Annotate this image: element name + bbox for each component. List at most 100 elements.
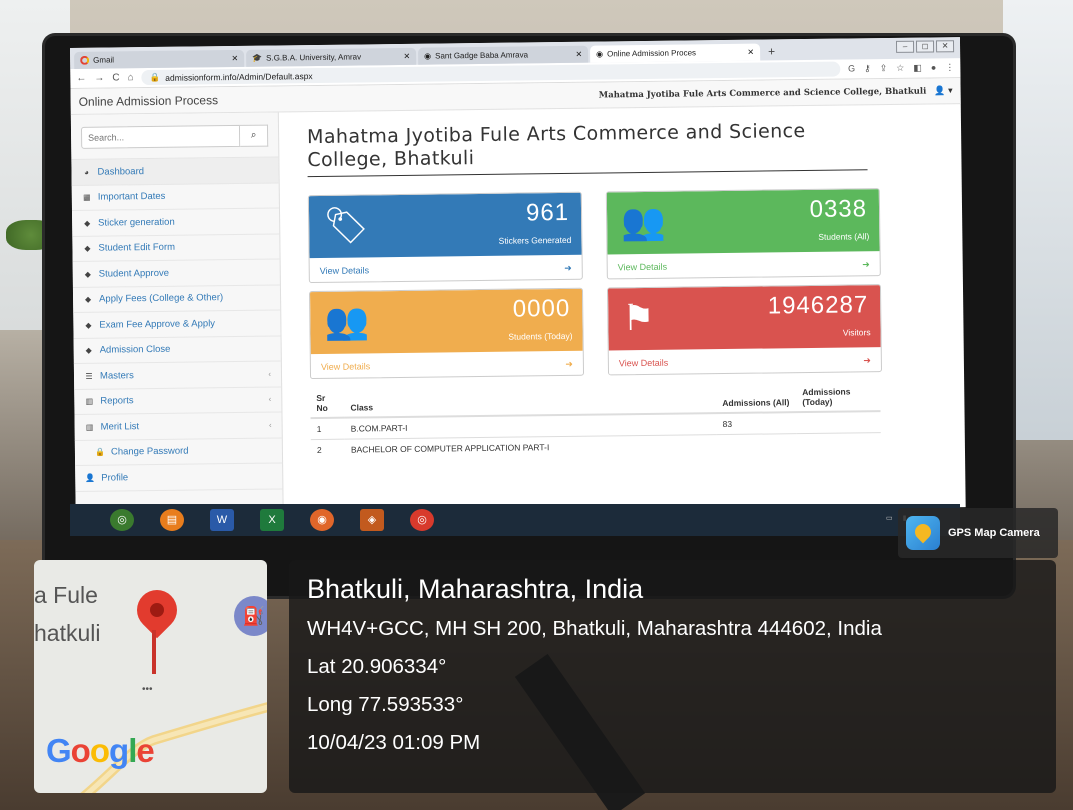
sidebar-item-label: Student Approve xyxy=(98,267,170,280)
sidebar-item-label: Student Edit Form xyxy=(98,241,176,254)
chevron-left-icon: ‹ xyxy=(268,369,272,379)
lock-icon: 🔒 xyxy=(149,71,161,83)
sidebar-item-important-dates[interactable]: ▦ Important Dates xyxy=(71,182,279,211)
search-icon[interactable]: ⌕ xyxy=(240,124,269,147)
url-text: admissionform.info/Admin/Default.aspx xyxy=(165,70,313,83)
sidebar-item-profile[interactable]: 👤 Profile xyxy=(75,463,283,492)
view-details-link[interactable]: View Details ➜ xyxy=(311,351,583,379)
tag-icon: ◆ xyxy=(85,346,92,356)
profile-icon[interactable]: ● xyxy=(931,62,937,73)
cell-admissions-today xyxy=(796,411,881,434)
view-details-link[interactable]: View Details ➜ xyxy=(608,251,880,279)
sidebar-item-exam-fee[interactable]: ◆ Exam Fee Approve & Apply xyxy=(73,310,281,339)
sidebar-item-student-approve[interactable]: ◆ Student Approve xyxy=(72,259,280,288)
tab-sant-gadge-baba[interactable]: ◉ Sant Gadge Baba Amrava ✕ xyxy=(418,45,589,65)
card-label: Stickers Generated xyxy=(498,234,572,246)
sidebar-item-dashboard[interactable]: ◕ Dashboard xyxy=(71,157,279,186)
col-header-class: Class xyxy=(344,384,717,418)
sidebar-item-label: Merit List xyxy=(100,420,140,433)
gps-address: WH4V+GCC, MH SH 200, Bhatkuli, Maharasht… xyxy=(307,617,882,640)
flag-icon: ⚑ xyxy=(622,296,655,339)
browser-window: Gmail ✕ 🎓 S.G.B.A. University, Amrav ✕ ◉… xyxy=(70,37,966,518)
maximize-icon[interactable]: ◻ xyxy=(915,40,935,53)
user-icon: 👤 xyxy=(85,473,96,483)
minimize-icon[interactable]: – xyxy=(895,40,915,53)
share-icon[interactable]: ⇪ xyxy=(880,63,888,74)
sidebar-item-merit-list[interactable]: ▥ Merit List ‹ xyxy=(74,412,282,441)
globe-icon: ◉ xyxy=(424,51,432,61)
sidebar-item-admission-close[interactable]: ◆ Admission Close xyxy=(73,335,281,364)
sidebar-item-label: Change Password xyxy=(110,445,189,458)
card-label: Visitors xyxy=(842,327,871,338)
back-icon[interactable]: ← xyxy=(76,73,86,84)
tab-label: Online Admission Proces xyxy=(607,48,697,59)
language-indicator-icon[interactable]: ▭ xyxy=(886,514,893,522)
search-input[interactable] xyxy=(80,124,241,149)
google-lens-icon[interactable]: G xyxy=(848,63,855,74)
sidebar-item-label: Dashboard xyxy=(97,165,145,178)
word-icon[interactable]: W xyxy=(210,509,234,531)
card-students-today: 👥 0000 Students (Today) View Details ➜ xyxy=(308,287,585,380)
cell-admissions-all: 83 xyxy=(716,412,797,435)
tag-icon: ◆ xyxy=(84,244,91,254)
close-window-icon[interactable]: ✕ xyxy=(935,40,955,53)
gps-longitude: Long 77.593533° xyxy=(307,693,464,716)
view-details-link[interactable]: View Details ➜ xyxy=(310,255,582,283)
close-tab-icon[interactable]: ✕ xyxy=(575,50,582,59)
sidebar-item-sticker-generation[interactable]: ◆ Sticker generation xyxy=(71,208,280,237)
tag-icon: ◆ xyxy=(84,269,91,279)
tag-icon: ◆ xyxy=(85,320,92,330)
page-title: Mahatma Jyotiba Fule Arts Commerce and S… xyxy=(306,119,868,178)
excel-icon[interactable]: X xyxy=(260,509,284,531)
sidebar-item-label: Important Dates xyxy=(97,191,166,203)
sidebar-item-reports[interactable]: ▥ Reports ‹ xyxy=(74,386,282,415)
gps-camera-badge: GPS Map Camera xyxy=(898,508,1058,558)
key-icon[interactable]: ⚷ xyxy=(864,63,871,74)
fuel-station-icon: ⛽ xyxy=(234,596,267,636)
app-icon[interactable]: ◈ xyxy=(360,509,384,531)
forward-icon[interactable]: → xyxy=(94,73,104,84)
windows-taskbar: ◎ ▤ W X ◉ ◈ ◎ ▭ ▮ ◂ xyxy=(70,504,960,536)
photo-scene: Gmail ✕ 🎓 S.G.B.A. University, Amrav ✕ ◉… xyxy=(0,0,1073,810)
col-header-admissions-all: Admissions (All) xyxy=(716,383,797,414)
arrow-right-circle-icon: ➜ xyxy=(564,262,572,273)
menu-icon[interactable]: ⋮ xyxy=(945,62,954,73)
gps-datetime: 10/04/23 01:09 PM xyxy=(307,731,481,754)
sidebar-item-label: Profile xyxy=(101,472,129,484)
firefox-icon[interactable]: ◉ xyxy=(310,509,334,531)
close-tab-icon[interactable]: ✕ xyxy=(747,48,754,57)
gps-info-panel: Bhatkuli, Maharashtra, India WH4V+GCC, M… xyxy=(289,560,1056,793)
sidepanel-icon[interactable]: ◧ xyxy=(913,63,922,74)
sidebar-item-student-edit-form[interactable]: ◆ Student Edit Form xyxy=(72,233,280,262)
tab-gmail[interactable]: Gmail ✕ xyxy=(74,49,245,69)
gps-map-camera-icon xyxy=(906,516,940,550)
reload-icon[interactable]: C xyxy=(112,72,119,83)
sidebar-item-masters[interactable]: ☰ Masters ‹ xyxy=(73,361,282,390)
chevron-left-icon: ‹ xyxy=(268,394,272,404)
new-tab-icon[interactable]: + xyxy=(768,43,775,60)
view-details-link[interactable]: View Details ➜ xyxy=(609,347,881,375)
tag-icon: ◆ xyxy=(84,295,92,305)
close-tab-icon[interactable]: ✕ xyxy=(231,54,238,63)
sidebar-item-change-password[interactable]: 🔒 Change Password xyxy=(74,437,283,466)
college-header-name: Mahatma Jyotiba Fule Arts Commerce and S… xyxy=(598,86,927,101)
start-icon[interactable]: ◎ xyxy=(110,509,134,531)
window-right xyxy=(1003,0,1073,440)
user-menu-icon[interactable]: 👤 ▾ xyxy=(934,85,952,96)
tab-online-admission[interactable]: ◉ Online Admission Proces ✕ xyxy=(590,43,761,63)
users-icon: 👥 xyxy=(620,200,667,243)
home-icon[interactable]: ⌂ xyxy=(128,72,134,83)
app-brand[interactable]: Online Admission Process xyxy=(79,93,219,109)
card-stickers-generated: 🏷 961 Stickers Generated View Details ➜ xyxy=(307,191,583,284)
arrow-right-circle-icon: ➜ xyxy=(862,258,870,269)
tab-sgba-university[interactable]: 🎓 S.G.B.A. University, Amrav ✕ xyxy=(246,47,417,67)
sidebar-item-apply-fees[interactable]: ◆ Apply Fees (College & Other) xyxy=(72,284,281,313)
close-tab-icon[interactable]: ✕ xyxy=(403,52,410,61)
explorer-icon[interactable]: ▤ xyxy=(160,509,184,531)
view-details-text: View Details xyxy=(617,261,668,273)
star-icon[interactable]: ☆ xyxy=(896,63,904,74)
pin-tail xyxy=(152,630,156,674)
admissions-table: Sr No Class Admissions (All) Admissions … xyxy=(310,382,882,461)
chrome-icon[interactable]: ◎ xyxy=(410,509,434,531)
main-content: Mahatma Jyotiba Fule Arts Commerce and S… xyxy=(279,104,966,515)
